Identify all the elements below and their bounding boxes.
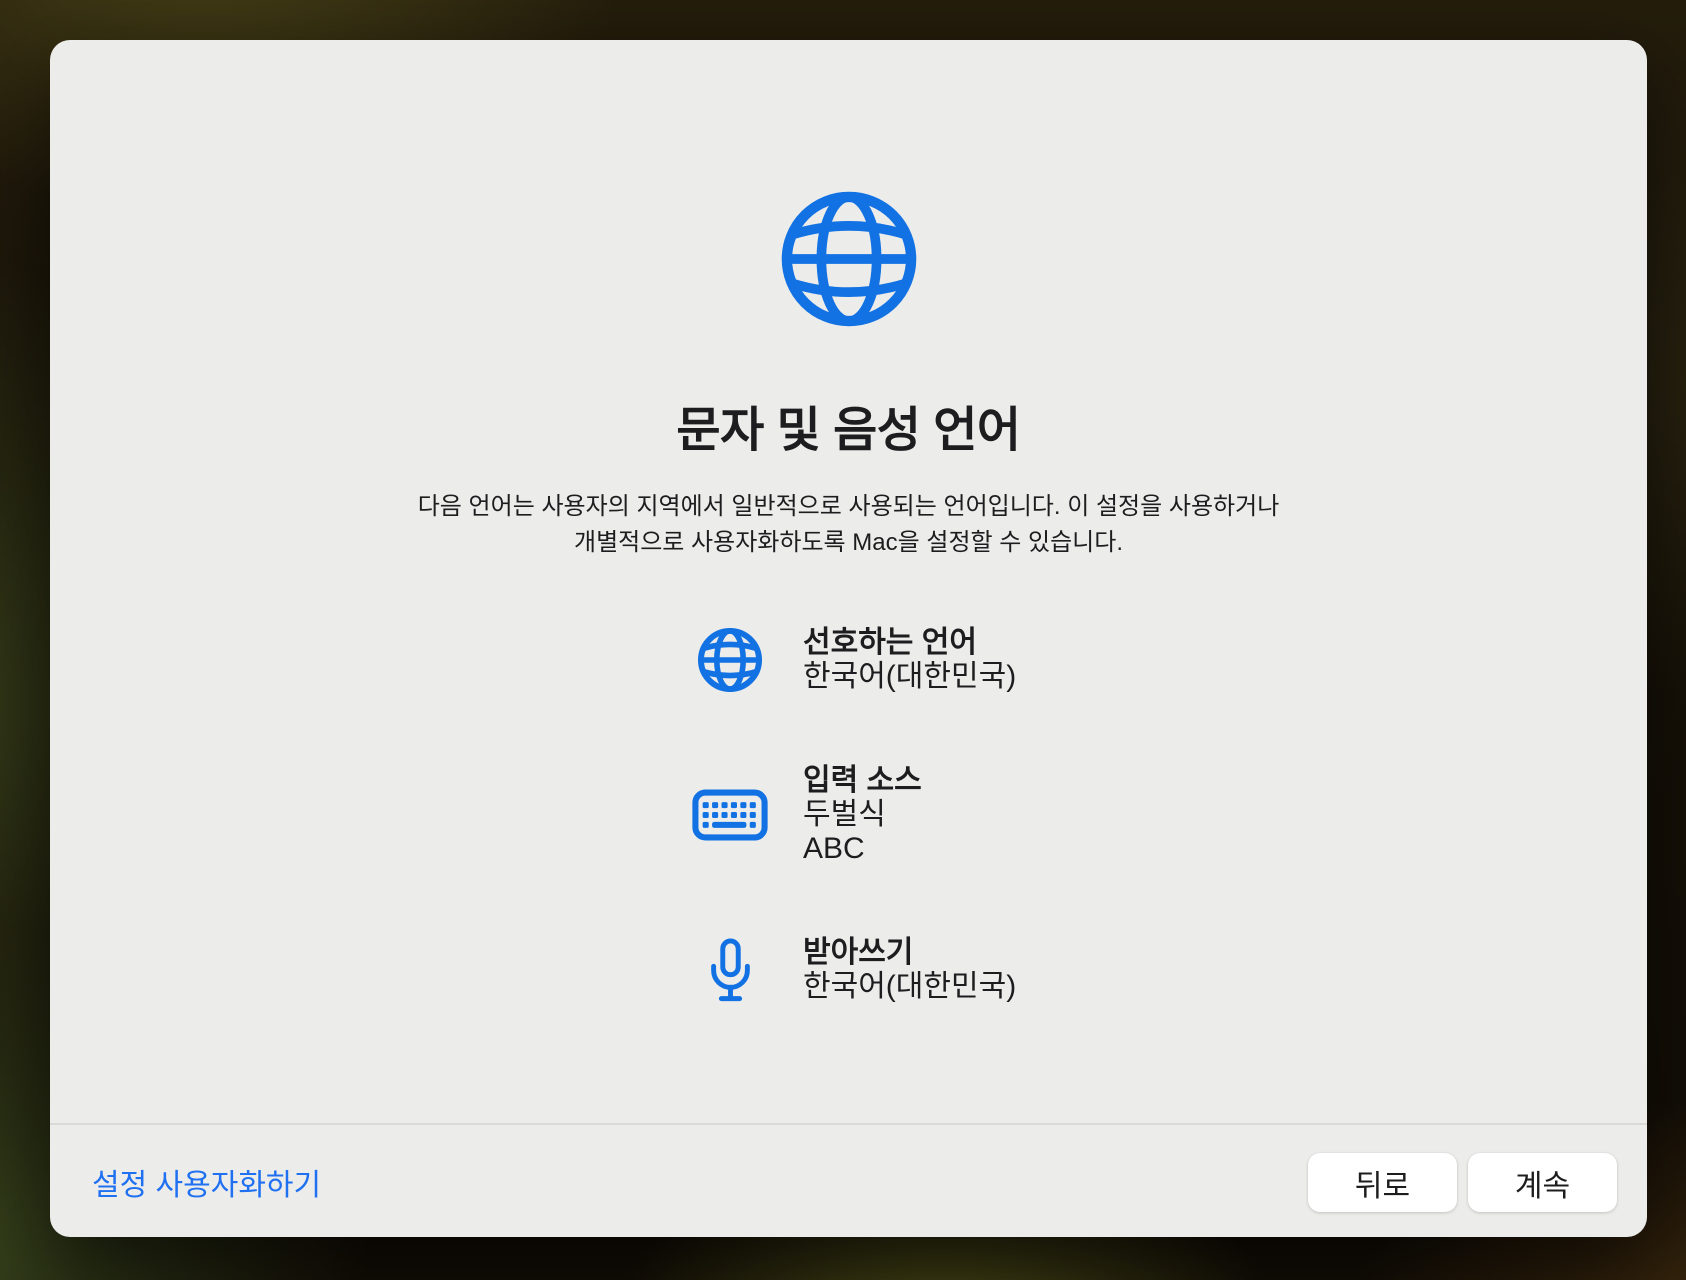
customize-settings-link[interactable]: 설정 사용자화하기 xyxy=(92,1166,321,1206)
microphone-icon xyxy=(692,938,768,1003)
input-source-label: 입력 소스 xyxy=(803,764,922,798)
preferred-language-value: 한국어(대한민국) xyxy=(803,660,1016,694)
preferred-language-row: 선호하는 언어 한국어(대한민국) xyxy=(692,626,1016,694)
keyboard-icon xyxy=(692,789,768,841)
back-button[interactable]: 뒤로 xyxy=(1308,1153,1457,1212)
dictation-label: 받아쓰기 xyxy=(803,936,1016,970)
input-source-text: 입력 소스 두벌식 ABC xyxy=(803,764,922,866)
globe-icon xyxy=(692,627,768,693)
input-source-row: 입력 소스 두벌식 ABC xyxy=(692,764,922,866)
preferred-language-text: 선호하는 언어 한국어(대한민국) xyxy=(803,626,1016,694)
dictation-row: 받아쓰기 한국어(대한민국) xyxy=(692,936,1016,1004)
page-description-line1: 다음 언어는 사용자의 지역에서 일반적으로 사용되는 언어입니다. 이 설정을… xyxy=(50,489,1647,525)
globe-icon xyxy=(780,190,918,328)
input-source-value-1: 두벌식 xyxy=(803,798,922,832)
setup-assistant-dialog: 문자 및 음성 언어 다음 언어는 사용자의 지역에서 일반적으로 사용되는 언… xyxy=(50,40,1647,1237)
page-title: 문자 및 음성 언어 xyxy=(50,390,1647,460)
page-description: 다음 언어는 사용자의 지역에서 일반적으로 사용되는 언어입니다. 이 설정을… xyxy=(50,489,1647,561)
footer-divider xyxy=(50,1123,1647,1125)
page-description-line2: 개별적으로 사용자화하도록 Mac을 설정할 수 있습니다. xyxy=(50,525,1647,561)
preferred-language-label: 선호하는 언어 xyxy=(803,626,1016,660)
dictation-text: 받아쓰기 한국어(대한민국) xyxy=(803,936,1016,1004)
continue-button[interactable]: 계속 xyxy=(1468,1153,1617,1212)
dictation-value: 한국어(대한민국) xyxy=(803,970,1016,1004)
input-source-value-2: ABC xyxy=(803,832,922,866)
